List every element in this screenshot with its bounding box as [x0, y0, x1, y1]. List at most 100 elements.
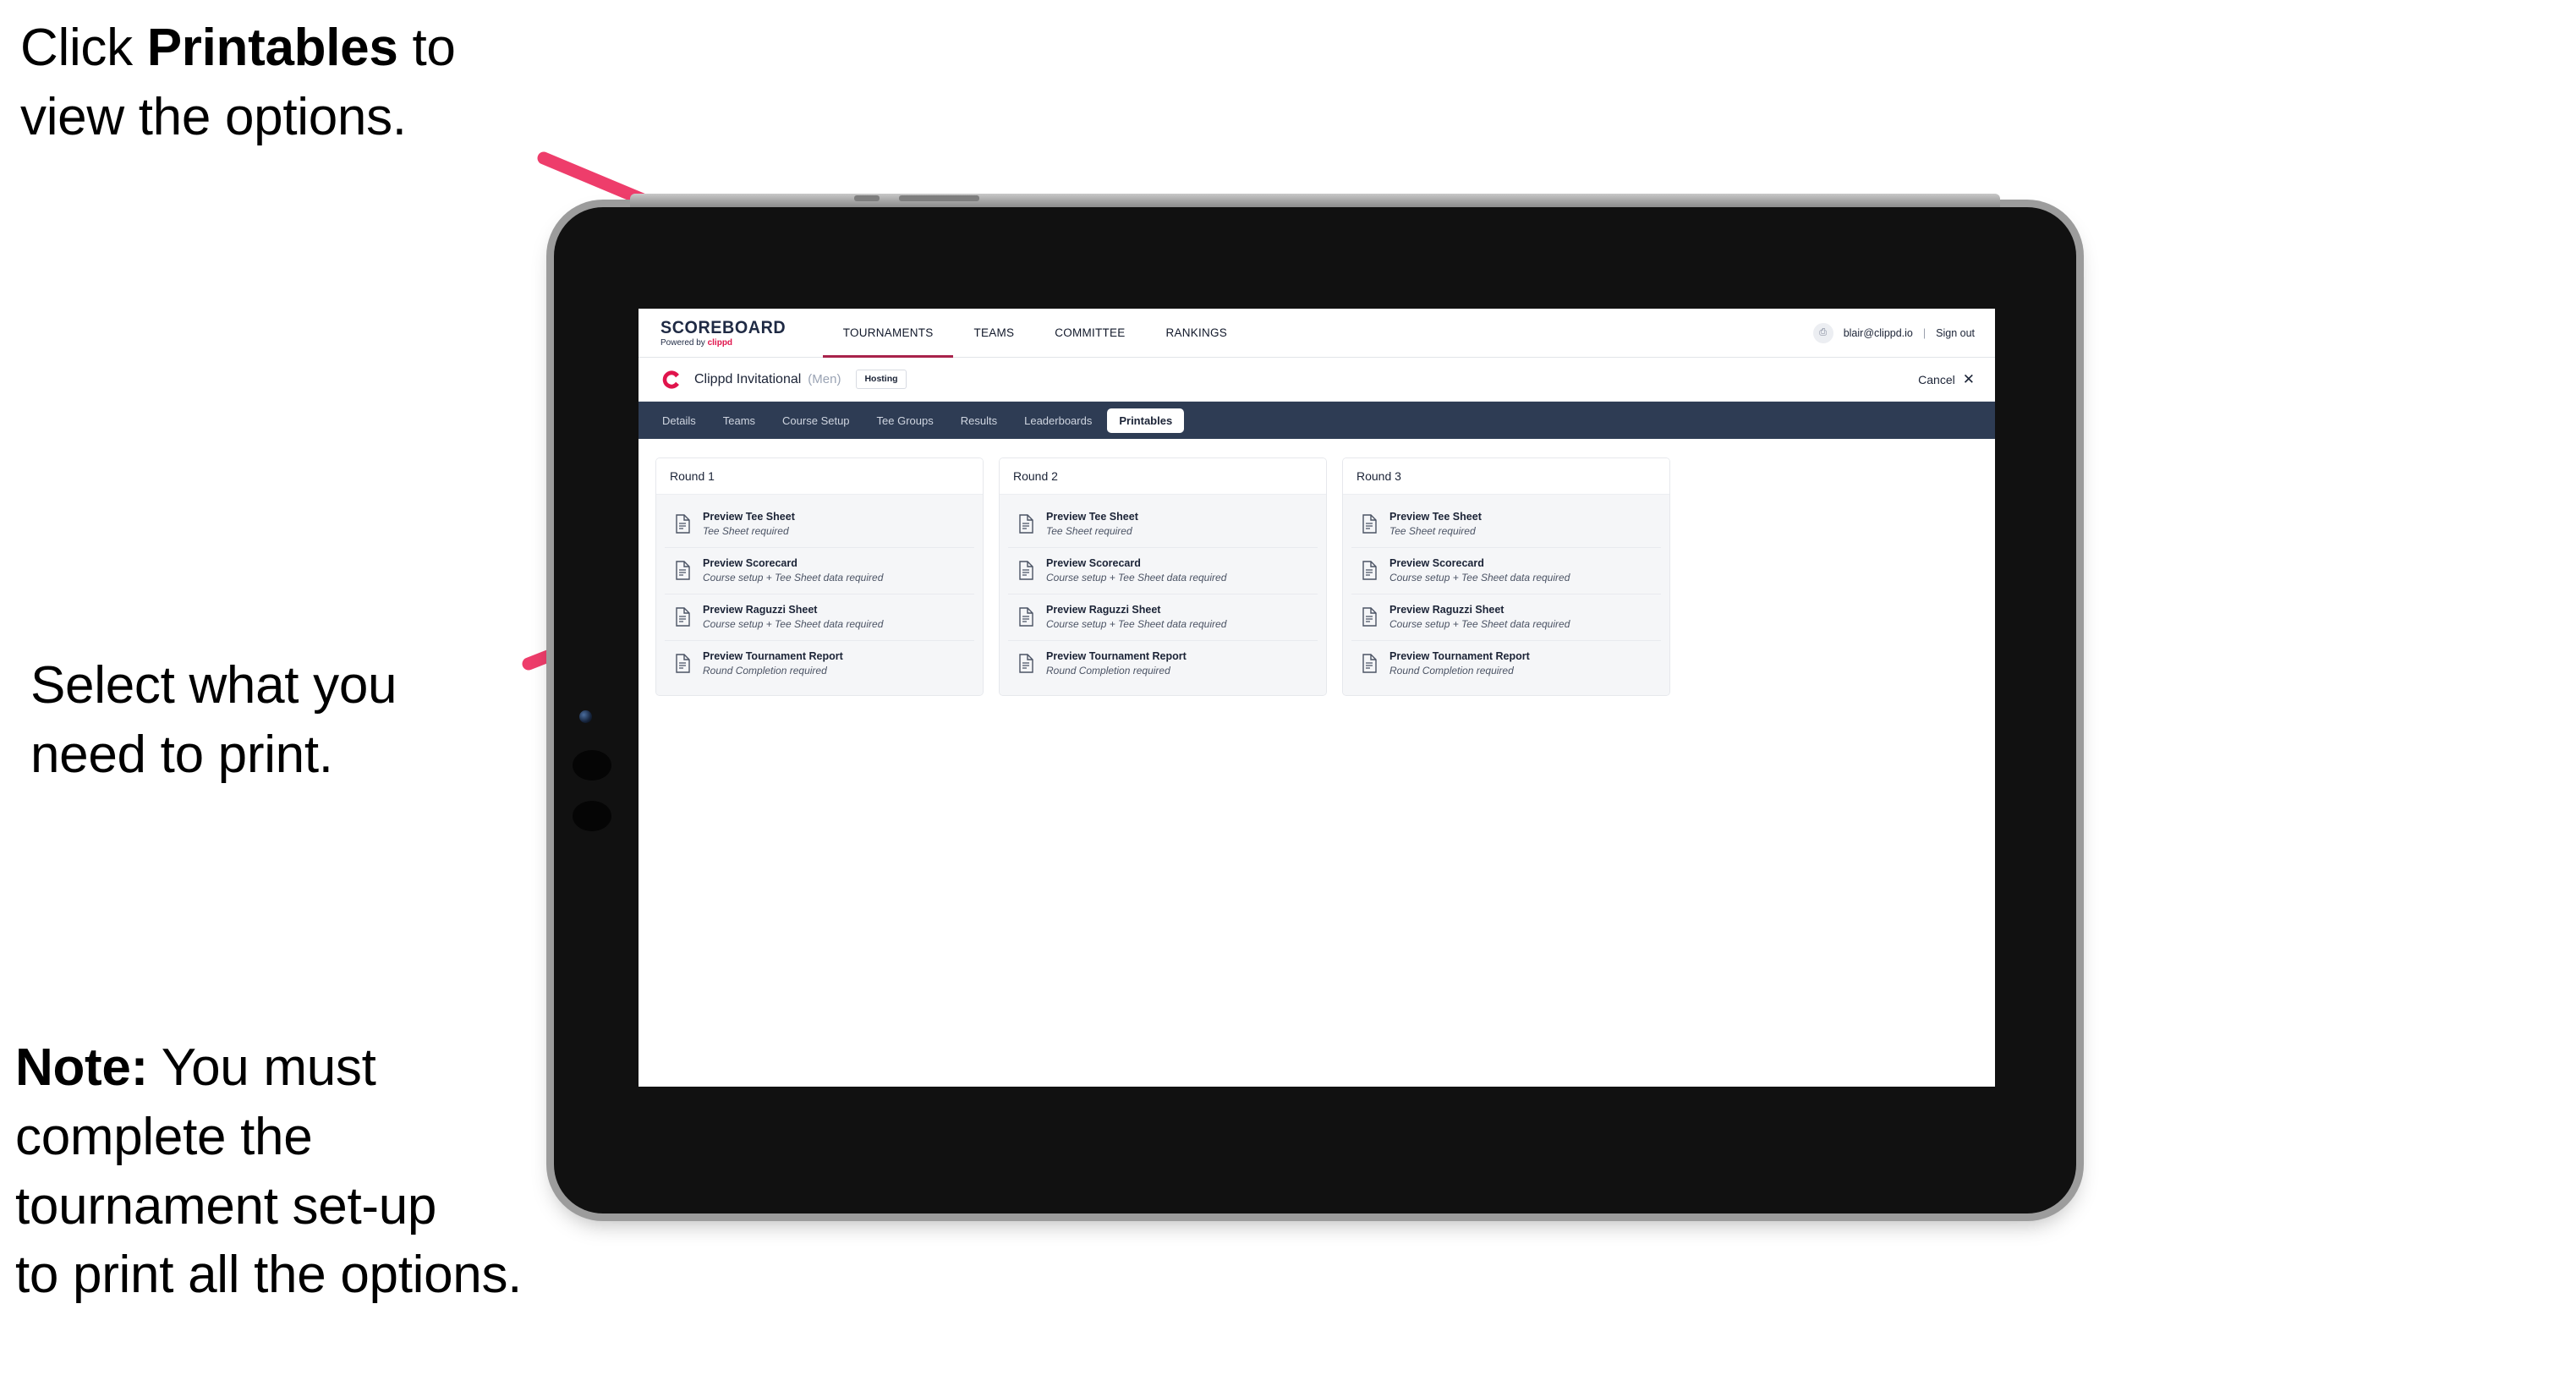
brand-tagline: Powered by clippd [660, 337, 794, 348]
tab-label: Course Setup [782, 414, 850, 427]
row-texts: Preview Tournament Report Round Completi… [703, 649, 843, 677]
printable-row[interactable]: Preview Raguzzi Sheet Course setup + Tee… [665, 594, 974, 641]
row-texts: Preview Scorecard Course setup + Tee She… [1046, 556, 1226, 583]
tablet-volume-up-button[interactable] [573, 750, 611, 781]
tab-details[interactable]: Details [650, 408, 708, 433]
avatar[interactable]: ⎙ [1812, 322, 1833, 343]
row-texts: Preview Tee Sheet Tee Sheet required [703, 511, 795, 537]
nav-label: TEAMS [973, 326, 1015, 339]
document-icon [1019, 654, 1033, 673]
hosting-badge: Hosting [856, 370, 907, 389]
document-icon [676, 561, 690, 581]
document-icon [1362, 561, 1377, 581]
printable-subtitle: Course setup + Tee Sheet data required [703, 571, 884, 583]
scoreboard-logo[interactable]: SCOREBOARD Powered by clippd [660, 309, 823, 357]
tournament-header-bar: Clippd Invitational (Men) Hosting Cancel… [639, 358, 1995, 402]
printable-title: Preview Tee Sheet [1389, 511, 1482, 523]
document-icon [1019, 561, 1033, 581]
printable-row[interactable]: Preview Tee Sheet Tee Sheet required [665, 501, 974, 548]
tab-printables[interactable]: Printables [1107, 408, 1185, 433]
printable-subtitle: Course setup + Tee Sheet data required [1389, 617, 1570, 630]
printable-row[interactable]: Preview Scorecard Course setup + Tee She… [1008, 548, 1318, 594]
round-title: Round 1 [656, 458, 983, 495]
tab-label: Teams [722, 414, 756, 427]
nav-item-tournaments[interactable]: TOURNAMENTS [822, 309, 954, 358]
browser-viewport: SCOREBOARD Powered by clippd TOURNAMENTS… [639, 309, 1995, 1087]
printable-subtitle: Course setup + Tee Sheet data required [1389, 571, 1570, 583]
sign-out-link[interactable]: Sign out [1936, 327, 1975, 339]
printable-title: Preview Raguzzi Sheet [1389, 603, 1504, 616]
document-icon [1362, 607, 1377, 627]
annotation-note-bold: Note: [15, 1038, 148, 1097]
app-top-navbar: SCOREBOARD Powered by clippd TOURNAMENTS… [639, 309, 1995, 358]
printable-subtitle: Tee Sheet required [1046, 524, 1132, 537]
nav-item-committee[interactable]: COMMITTEE [1034, 309, 1145, 357]
primary-nav: TOURNAMENTS TEAMS COMMITTEE RANKINGS [822, 309, 1247, 358]
printable-subtitle: Round Completion required [703, 664, 827, 677]
tab-leaderboards[interactable]: Leaderboards [1012, 408, 1104, 433]
row-texts: Preview Raguzzi Sheet Course setup + Tee… [1046, 603, 1227, 630]
row-texts: Preview Tee Sheet Tee Sheet required [1046, 511, 1138, 537]
account-divider: | [1922, 326, 1927, 339]
tab-results[interactable]: Results [949, 408, 1009, 433]
document-icon [676, 514, 690, 534]
document-icon [676, 654, 690, 673]
row-texts: Preview Scorecard Course setup + Tee She… [703, 556, 884, 583]
nav-item-rankings[interactable]: RANKINGS [1145, 309, 1247, 357]
tablet-top-edge [630, 194, 2000, 207]
row-texts: Preview Tournament Report Round Completi… [1046, 650, 1187, 677]
printables-rounds-grid: Round 1 Preview Tee Sheet Tee Sheet requ… [639, 439, 1995, 696]
round-items: Preview Tee Sheet Tee Sheet required Pre… [1000, 495, 1326, 695]
printable-subtitle: Course setup + Tee Sheet data required [703, 617, 884, 630]
annotation-click-printables: Click Printables to view the options. [20, 14, 595, 152]
tournament-name: Clippd Invitational [694, 371, 802, 386]
round-column: Round 2 Preview Tee Sheet Tee Sheet requ… [999, 457, 1327, 696]
round-column: Round 1 Preview Tee Sheet Tee Sheet requ… [655, 457, 984, 696]
annotation-top-part1: Click [20, 19, 147, 77]
tablet-camera-icon [579, 710, 592, 723]
printable-row[interactable]: Preview Raguzzi Sheet Course setup + Tee… [1008, 594, 1318, 641]
printable-row[interactable]: Preview Tournament Report Round Completi… [665, 641, 974, 687]
printable-row[interactable]: Preview Raguzzi Sheet Course setup + Tee… [1351, 594, 1661, 641]
tab-tee-groups[interactable]: Tee Groups [865, 408, 945, 433]
document-icon [1362, 654, 1377, 673]
printable-subtitle: Course setup + Tee Sheet data required [1046, 617, 1227, 630]
tab-teams[interactable]: Teams [711, 408, 767, 433]
printable-title: Preview Scorecard [1389, 556, 1484, 569]
printable-row[interactable]: Preview Tee Sheet Tee Sheet required [1008, 501, 1318, 548]
user-email-label: blair@clippd.io [1843, 326, 1913, 339]
printable-subtitle: Round Completion required [1046, 664, 1170, 677]
printable-title: Preview Scorecard [703, 556, 797, 569]
printable-title: Preview Raguzzi Sheet [1046, 603, 1161, 616]
row-texts: Preview Tee Sheet Tee Sheet required [1389, 511, 1482, 537]
annotation-top-bold: Printables [146, 19, 398, 77]
tab-label: Results [960, 414, 998, 427]
printable-row[interactable]: Preview Tournament Report Round Completi… [1351, 641, 1661, 687]
tab-label: Printables [1119, 414, 1173, 427]
round-title: Round 3 [1343, 458, 1669, 495]
printable-row[interactable]: Preview Scorecard Course setup + Tee She… [1351, 548, 1661, 594]
printable-title: Preview Tee Sheet [703, 511, 795, 523]
document-icon [1362, 514, 1377, 534]
nav-item-teams[interactable]: TEAMS [953, 309, 1034, 357]
printable-row[interactable]: Preview Scorecard Course setup + Tee She… [665, 548, 974, 594]
printable-row[interactable]: Preview Tee Sheet Tee Sheet required [1351, 501, 1661, 548]
printable-subtitle: Tee Sheet required [703, 524, 789, 537]
document-icon [676, 607, 690, 627]
printable-row[interactable]: Preview Tournament Report Round Completi… [1008, 641, 1318, 687]
round-title: Round 2 [1000, 458, 1326, 495]
brand-wordmark: SCOREBOARD [660, 317, 787, 337]
brand-tagline-prefix: Powered by [660, 337, 708, 348]
row-texts: Preview Tournament Report Round Completi… [1389, 650, 1530, 677]
tablet-volume-down-button[interactable] [573, 801, 611, 831]
round-column: Round 3 Preview Tee Sheet Tee Sheet requ… [1342, 457, 1670, 696]
tab-course-setup[interactable]: Course Setup [770, 408, 862, 433]
printable-title: Preview Tee Sheet [1046, 511, 1138, 523]
printable-title: Preview Scorecard [1046, 556, 1141, 569]
printable-title: Preview Tournament Report [703, 649, 843, 662]
tab-label: Details [662, 414, 696, 427]
tab-label: Tee Groups [876, 414, 934, 427]
tournament-gender: (Men) [808, 372, 841, 386]
round-items: Preview Tee Sheet Tee Sheet required Pre… [656, 495, 983, 695]
cancel-button[interactable]: Cancel ✕ [1918, 372, 1975, 386]
